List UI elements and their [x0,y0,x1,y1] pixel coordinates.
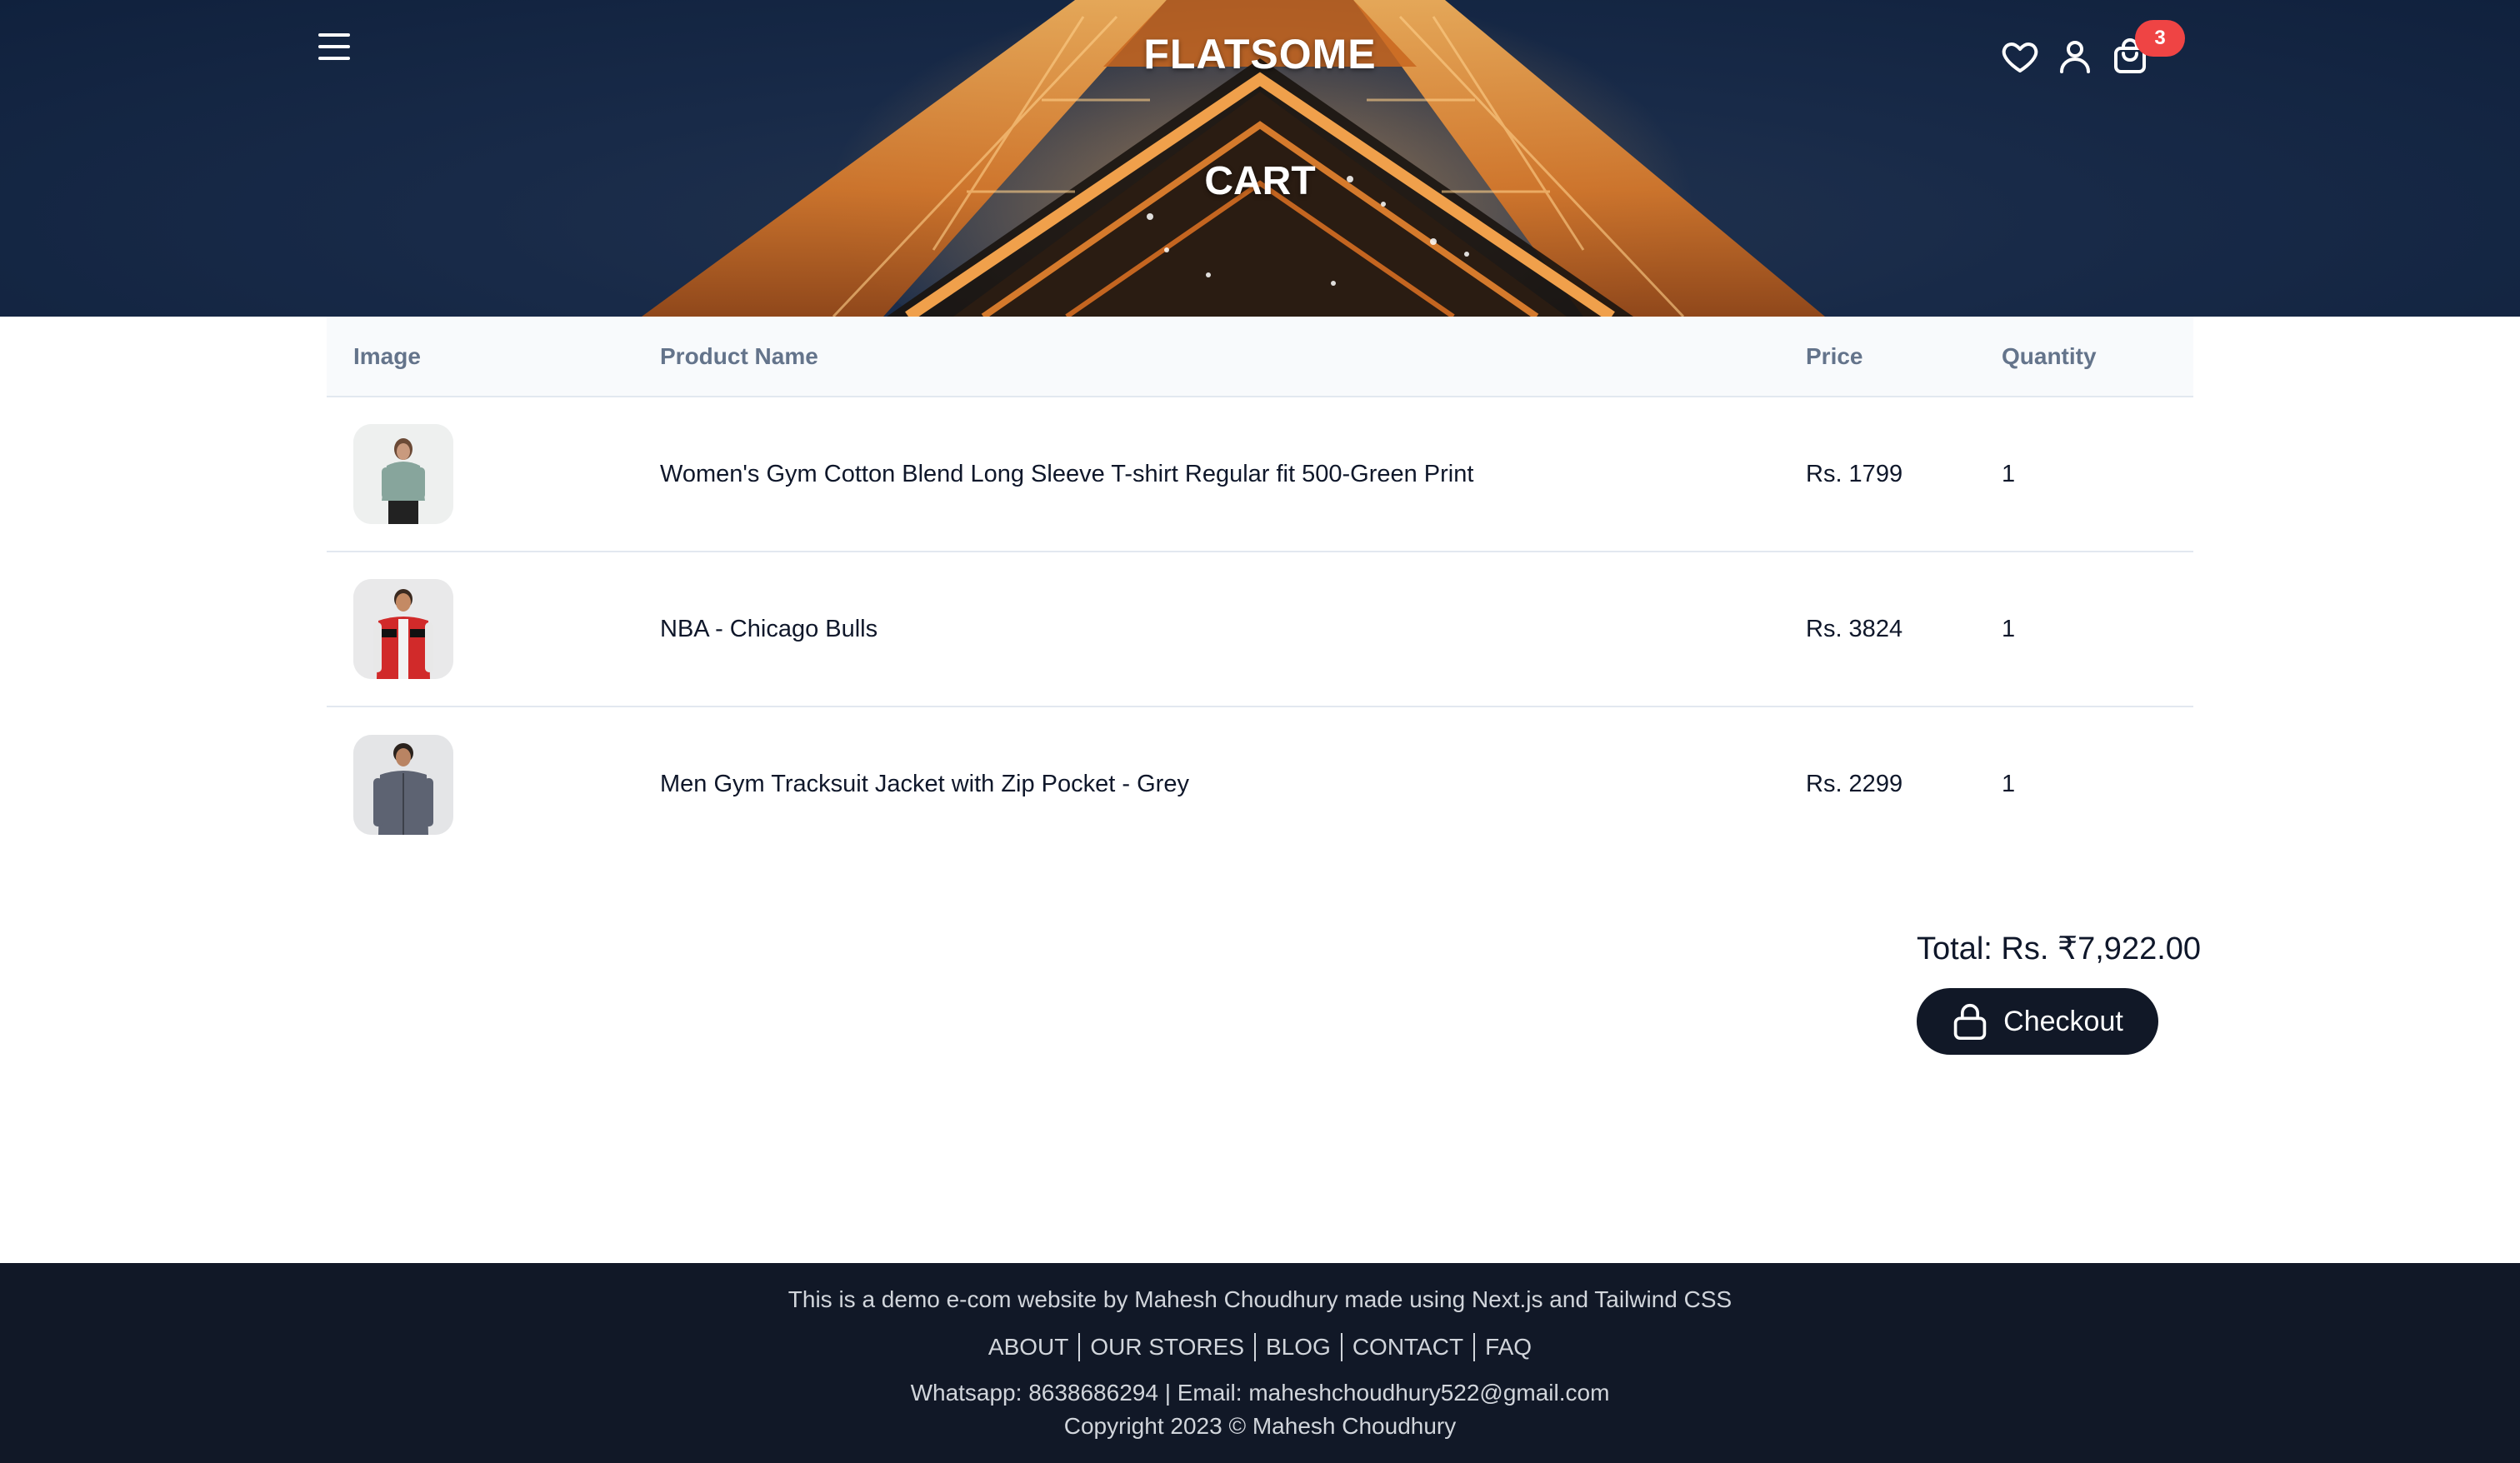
cart-button[interactable]: 3 [2110,20,2185,77]
footer-link-blog[interactable]: BLOG [1266,1334,1331,1361]
checkout-label: Checkout [2003,1005,2123,1037]
product-image[interactable] [353,424,453,524]
page-title: CART [1204,159,1316,203]
column-header-product-name: Product Name [660,342,818,369]
user-icon [2060,41,2090,73]
hero-banner: FLATSOME CART 3 [0,0,2520,317]
column-header-price: Price [1806,342,1863,369]
cart-count-badge: 3 [2135,20,2185,57]
product-quantity: 1 [2002,460,2016,487]
column-header-quantity: Quantity [2002,342,2097,369]
man-red-bulls-jacket-image [353,579,453,679]
wishlist-button[interactable] [2000,37,2040,77]
footer-copyright: Copyright 2023 © Mahesh Choudhury [1063,1413,1457,1439]
footer-link-about[interactable]: ABOUT [988,1334,1068,1361]
footer: This is a demo e-com website by Mahesh C… [0,1263,2520,1463]
footer-divider [1340,1333,1342,1361]
man-grey-jacket-image [353,734,453,835]
product-quantity: 1 [2002,615,2016,642]
column-header-image: Image [353,342,421,369]
product-image[interactable] [353,734,453,835]
footer-link-our-stores[interactable]: OUR STORES [1090,1334,1244,1361]
cart-table-container: Image Product Name Price Quantity Women'… [327,317,2193,861]
cart-total-amount: Total: Rs. ₹7,922.00 [1917,931,2202,966]
footer-divider [1473,1333,1476,1361]
product-price: Rs. 3824 [1806,615,1903,642]
footer-divider [1254,1333,1256,1361]
lock-icon [1953,1003,1987,1040]
woman-green-tshirt-image [353,424,453,524]
footer-tagline: This is a demo e-com website by Mahesh C… [788,1286,1732,1312]
table-row: Women's Gym Cotton Blend Long Sleeve T-s… [327,397,2193,552]
footer-link-faq[interactable]: FAQ [1485,1334,1532,1361]
cart-total: Total: Rs. ₹7,922.00 [1917,930,2202,967]
cart-table: Image Product Name Price Quantity Women'… [327,317,2193,861]
product-price: Rs. 2299 [1806,771,1903,797]
footer-links: ABOUT OUR STORES BLOG CONTACT FAQ [0,1333,2520,1361]
product-name[interactable]: Men Gym Tracksuit Jacket with Zip Pocket… [660,707,1806,861]
account-button[interactable] [2055,37,2095,77]
heart-icon [2002,42,2038,72]
product-price: Rs. 1799 [1806,460,1903,487]
table-row: NBA - Chicago Bulls Rs. 3824 1 [327,552,2193,707]
footer-divider [1078,1333,1081,1361]
checkout-button[interactable]: Checkout [1917,988,2158,1055]
product-name[interactable]: Women's Gym Cotton Blend Long Sleeve T-s… [660,397,1806,552]
footer-contact: Whatsapp: 8638686294 | Email: maheshchou… [910,1380,1610,1406]
header-actions: 3 [2000,20,2185,77]
table-row: Men Gym Tracksuit Jacket with Zip Pocket… [327,707,2193,861]
table-header-row: Image Product Name Price Quantity [327,317,2193,397]
product-quantity: 1 [2002,771,2016,797]
product-image[interactable] [353,579,453,679]
product-name[interactable]: NBA - Chicago Bulls [660,552,1806,707]
footer-link-contact[interactable]: CONTACT [1352,1334,1463,1361]
